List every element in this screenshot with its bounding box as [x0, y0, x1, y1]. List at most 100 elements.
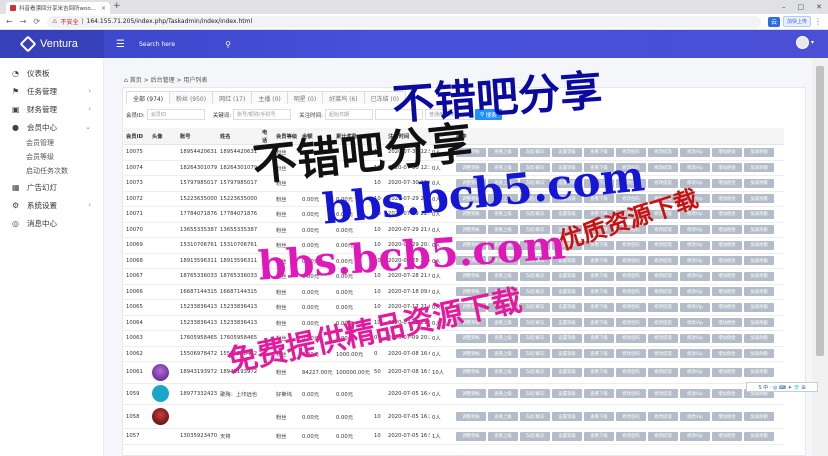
row-action-button[interactable]: 查看上级: [488, 209, 518, 219]
row-action-button[interactable]: 调整到帐: [456, 194, 486, 204]
row-action-button[interactable]: 设置等级: [552, 240, 582, 250]
row-action-button[interactable]: 加减余额: [744, 302, 774, 312]
tab-influencer[interactable]: 网红 (17): [212, 91, 253, 104]
row-action-button[interactable]: 调整到帐: [456, 389, 486, 399]
row-action-button[interactable]: 加减余额: [744, 333, 774, 343]
sidebar-item-tasks[interactable]: ⚑ 任务管理 ›: [0, 82, 103, 100]
row-action-button[interactable]: 查看上级: [488, 333, 518, 343]
sidebar-item-settings[interactable]: ⚙ 系统设置 ›: [0, 196, 103, 214]
row-action-button[interactable]: 加减余额: [744, 271, 774, 281]
sidebar-item-dashboard[interactable]: ◔ 仪表板: [0, 64, 103, 82]
row-action-button[interactable]: 增加佣金: [712, 147, 742, 157]
row-action-button[interactable]: 冻结/解冻: [520, 431, 550, 441]
end-date-input[interactable]: [374, 109, 423, 120]
row-action-button[interactable]: 修改密码: [616, 367, 646, 377]
row-action-button[interactable]: 修改密码: [616, 302, 646, 312]
sidebar-subitem-task-count[interactable]: 启动任务次数: [0, 164, 103, 178]
row-action-button[interactable]: 调整到帐: [456, 240, 486, 250]
row-action-button[interactable]: 修改Vip: [680, 240, 710, 250]
row-action-button[interactable]: 设置等级: [552, 318, 582, 328]
row-action-button[interactable]: 查看上级: [488, 147, 518, 157]
omnibox[interactable]: ⚠ 不安全 | 164.155.71.205/index.php/Taskadm…: [47, 15, 761, 28]
row-action-button[interactable]: 设置等级: [552, 225, 582, 235]
row-action-button[interactable]: 冻结/解冻: [520, 271, 550, 281]
sidebar-item-ads[interactable]: ▦ 广告幻灯: [0, 178, 103, 196]
keyword-input[interactable]: 账号/昵称/手机号: [233, 109, 292, 120]
row-action-button[interactable]: 修改密码: [616, 225, 646, 235]
row-action-button[interactable]: 设置等级: [552, 431, 582, 441]
row-action-button[interactable]: 调整到帐: [456, 367, 486, 377]
row-action-button[interactable]: 增加佣金: [712, 287, 742, 297]
row-action-button[interactable]: 查看上级: [488, 271, 518, 281]
row-action-button[interactable]: 加减余额: [744, 209, 774, 219]
row-action-button[interactable]: 修改提现: [648, 147, 678, 157]
sidebar-item-members[interactable]: ● 会员中心 ⌄: [0, 118, 103, 136]
row-action-button[interactable]: 修改提现: [648, 225, 678, 235]
row-action-button[interactable]: 调整到帐: [456, 318, 486, 328]
hamburger-icon[interactable]: ☰: [116, 39, 125, 50]
row-action-button[interactable]: 调整到帐: [456, 333, 486, 343]
row-action-button[interactable]: 冻结/解冻: [520, 349, 550, 359]
row-action-button[interactable]: 查看上级: [488, 302, 518, 312]
search-icon[interactable]: ⚲: [225, 40, 231, 49]
row-action-button[interactable]: 查看上级: [488, 225, 518, 235]
row-action-button[interactable]: 加减余额: [744, 163, 774, 173]
cloud-extension-icon[interactable]: 云: [767, 16, 780, 27]
row-action-button[interactable]: 加减余额: [744, 349, 774, 359]
sidebar-item-finance[interactable]: ▣ 财务管理 ›: [0, 100, 103, 118]
row-action-button[interactable]: 设置等级: [552, 194, 582, 204]
row-action-button[interactable]: 设置等级: [552, 333, 582, 343]
row-action-button[interactable]: 修改密码: [616, 287, 646, 297]
row-action-button[interactable]: 设置等级: [552, 178, 582, 188]
row-action-button[interactable]: 调整到帐: [456, 287, 486, 297]
brand[interactable]: Ventura: [0, 30, 104, 58]
minimize-button[interactable]: –: [782, 3, 786, 11]
row-action-button[interactable]: 查看上级: [488, 318, 518, 328]
row-action-button[interactable]: 冻结/解冻: [520, 287, 550, 297]
row-action-button[interactable]: 调整到帐: [456, 147, 486, 157]
row-action-button[interactable]: 查看下级: [584, 333, 614, 343]
row-action-button[interactable]: 增加佣金: [712, 271, 742, 281]
user-menu[interactable]: ▾: [795, 36, 814, 49]
row-action-button[interactable]: 修改提现: [648, 287, 678, 297]
row-action-button[interactable]: 修改提现: [648, 163, 678, 173]
row-action-button[interactable]: 加减余额: [744, 412, 774, 421]
row-action-button[interactable]: 修改提现: [648, 209, 678, 219]
row-action-button[interactable]: 加减余额: [744, 194, 774, 204]
row-action-button[interactable]: 修改Vip: [680, 349, 710, 359]
row-action-button[interactable]: 修改提现: [648, 412, 678, 421]
page-scrollbar[interactable]: [812, 58, 828, 456]
row-action-button[interactable]: 增加佣金: [712, 367, 742, 377]
row-action-button[interactable]: 设置等级: [552, 389, 582, 399]
row-action-button[interactable]: 冻结/解冻: [520, 412, 550, 421]
row-action-button[interactable]: 调整到帐: [456, 225, 486, 235]
row-action-button[interactable]: 修改密码: [616, 256, 646, 266]
row-action-button[interactable]: 调整到帐: [456, 349, 486, 359]
row-action-button[interactable]: 查看上级: [488, 256, 518, 266]
row-action-button[interactable]: 修改密码: [616, 333, 646, 343]
tab-all[interactable]: 全部 (974): [126, 91, 171, 104]
row-action-button[interactable]: 修改提现: [648, 256, 678, 266]
row-action-button[interactable]: 设置等级: [552, 302, 582, 312]
breadcrumb-text[interactable]: 首页 > 后台管理 > 用户列表: [130, 77, 208, 84]
row-action-button[interactable]: 设置等级: [552, 349, 582, 359]
row-action-button[interactable]: 增加佣金: [712, 389, 742, 399]
row-action-button[interactable]: 冻结/解冻: [520, 178, 550, 188]
search-input[interactable]: Search here: [139, 41, 175, 48]
row-action-button[interactable]: 冻结/解冻: [520, 333, 550, 343]
row-action-button[interactable]: 修改Vip: [680, 302, 710, 312]
row-action-button[interactable]: 修改Vip: [680, 412, 710, 421]
row-action-button[interactable]: 查看上级: [488, 389, 518, 399]
ime-toolbar[interactable]: S 中 · ◎ ⌨ ✦ 👕 ⊞: [746, 382, 818, 392]
row-action-button[interactable]: 修改Vip: [680, 256, 710, 266]
maximize-button[interactable]: □: [798, 3, 805, 11]
row-action-button[interactable]: 修改提现: [648, 240, 678, 250]
row-action-button[interactable]: 调整到帐: [456, 431, 486, 441]
row-action-button[interactable]: 查看下级: [584, 194, 614, 204]
row-action-button[interactable]: 冻结/解冻: [520, 225, 550, 235]
row-action-button[interactable]: 设置等级: [552, 271, 582, 281]
row-action-button[interactable]: 增加佣金: [712, 431, 742, 441]
row-action-button[interactable]: 设置等级: [552, 256, 582, 266]
row-action-button[interactable]: 修改Vip: [680, 209, 710, 219]
row-action-button[interactable]: 增加佣金: [712, 302, 742, 312]
